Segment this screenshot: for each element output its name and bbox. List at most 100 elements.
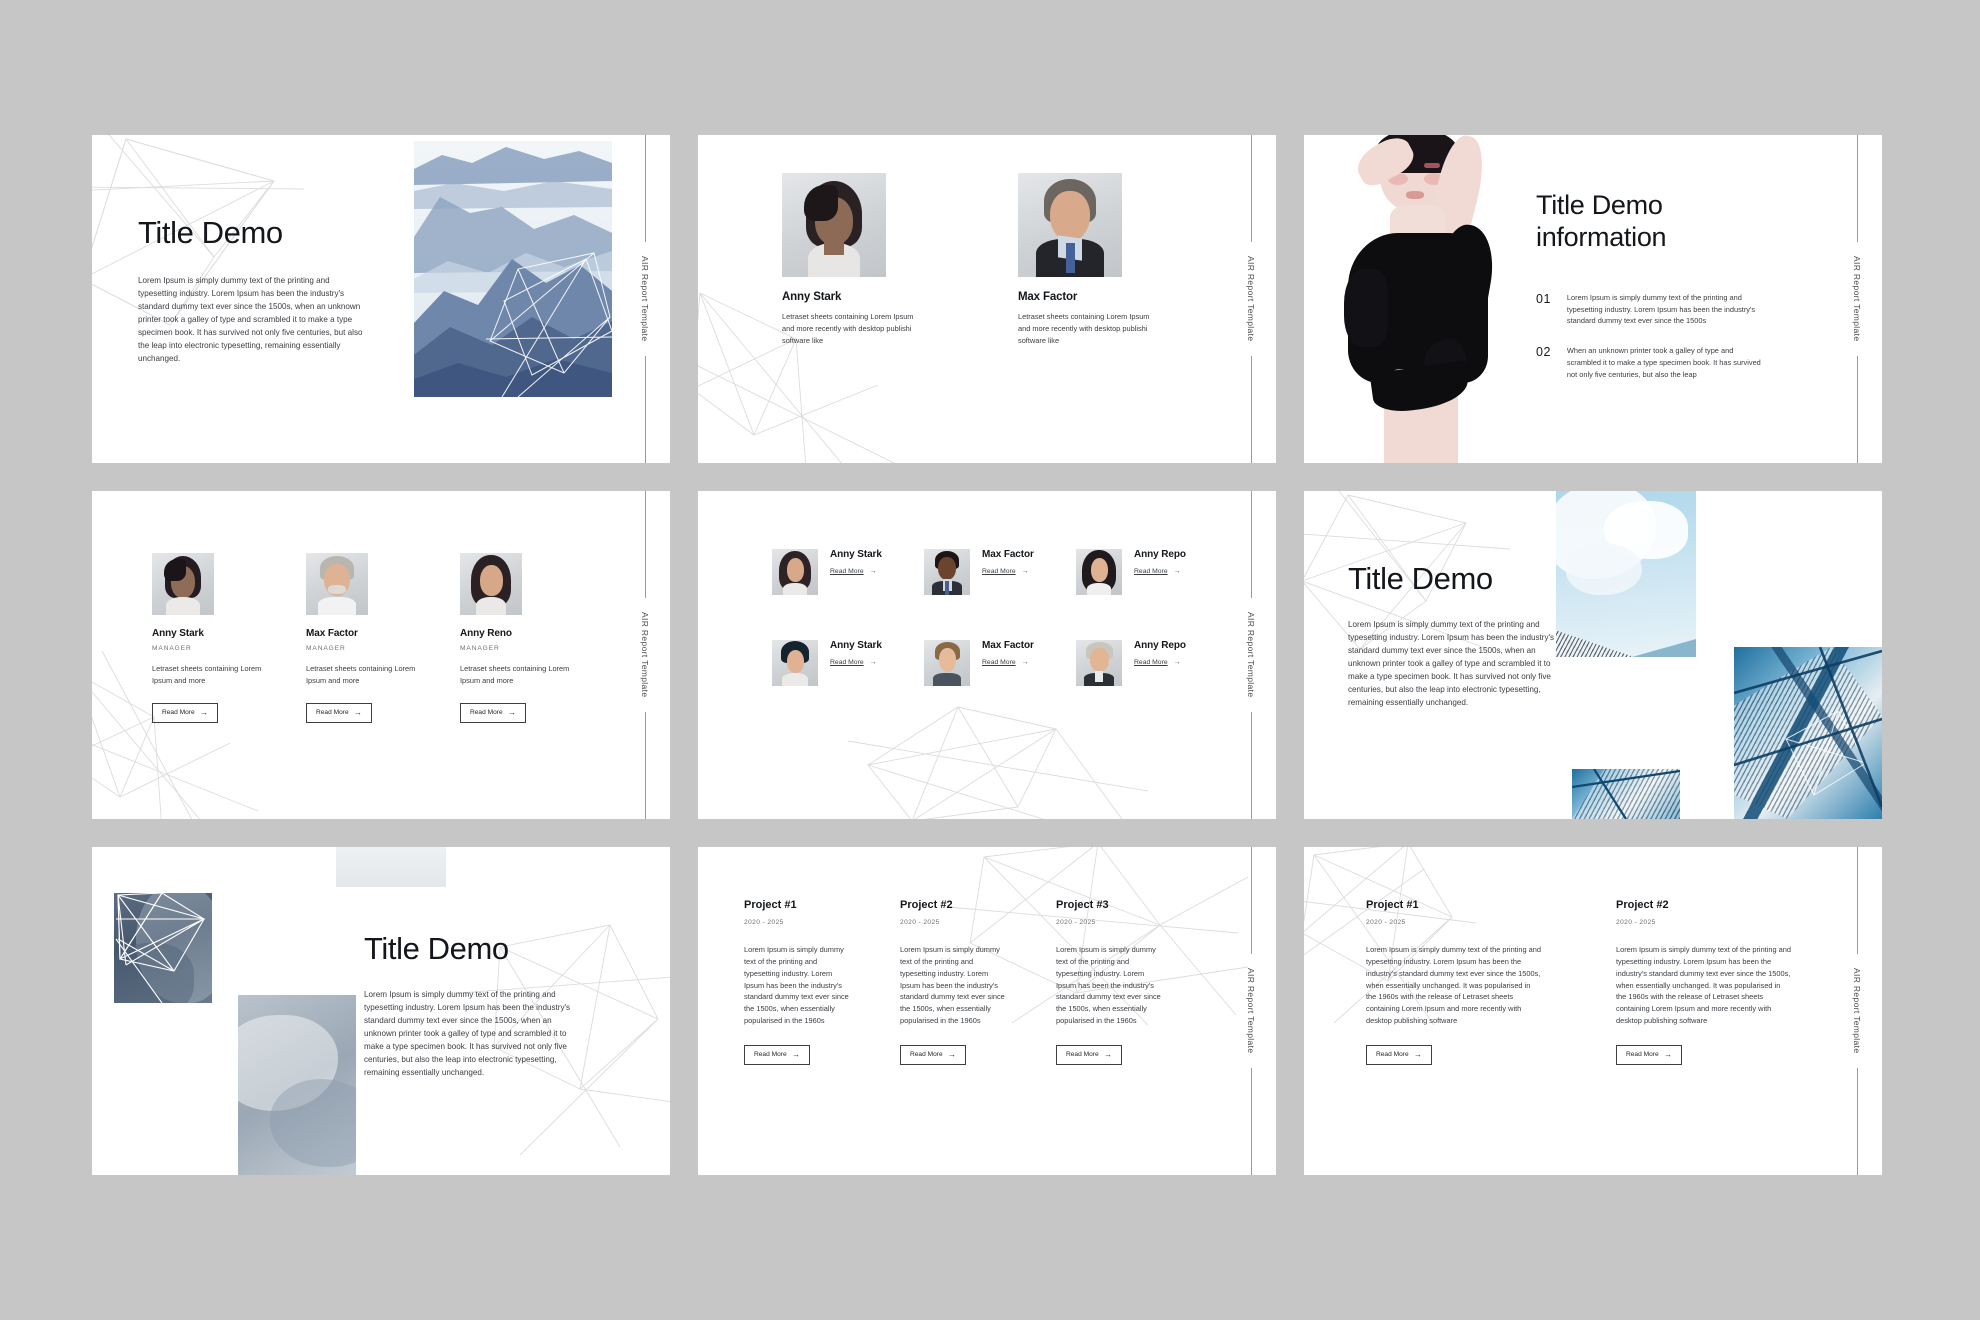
avatar	[1018, 173, 1122, 277]
rail-line-top	[644, 135, 646, 243]
body-text: Lorem Ipsum is simply dummy text of the …	[364, 989, 571, 1078]
read-more-label: Read More	[910, 1051, 943, 1059]
project-card[interactable]: Project #1 2020 - 2025 Lorem Ipsum is si…	[744, 899, 854, 1065]
project-card[interactable]: Project #3 2020 - 2025 Lorem Ipsum is si…	[1056, 899, 1166, 1065]
body-text: Lorem Ipsum is simply dummy text of the …	[138, 275, 363, 364]
person-card[interactable]: Max Factor Letraset sheets containing Lo…	[1018, 173, 1178, 347]
person-row[interactable]: Anny Repo Read More →	[1076, 640, 1228, 711]
avatar	[460, 553, 522, 615]
person-row[interactable]: Max Factor Read More →	[924, 640, 1076, 711]
read-more-link[interactable]: Read More →	[982, 568, 1028, 575]
item-text: Lorem Ipsum is simply dummy text of the …	[1566, 292, 1756, 326]
read-more-label: Read More	[1066, 1051, 1099, 1059]
brand-rail: AIR Report Template	[632, 135, 658, 463]
rail-line-bottom	[1250, 355, 1252, 463]
project-card[interactable]: Project #2 2020 - 2025 Lorem Ipsum is si…	[900, 899, 1010, 1065]
manager-card[interactable]: Max Factor MANAGER Letraset sheets conta…	[306, 553, 432, 723]
arrow-right-icon: →	[1021, 568, 1029, 575]
manager-name: Anny Stark	[152, 628, 204, 639]
read-more-button[interactable]: Read More →	[1056, 1044, 1122, 1065]
read-more-label: Read More	[1134, 568, 1168, 575]
numbered-item: 01 Lorem Ipsum is simply dummy text of t…	[1536, 292, 1788, 328]
read-more-link[interactable]: Read More →	[1134, 659, 1180, 666]
rail-line-bottom	[644, 355, 646, 463]
manager-name: Max Factor	[306, 628, 358, 639]
person-row[interactable]: Max Factor Read More →	[924, 549, 1076, 620]
project-body: Lorem Ipsum is simply dummy text of the …	[900, 945, 1005, 1026]
arrow-right-icon: →	[869, 568, 877, 575]
read-more-label: Read More	[1626, 1051, 1659, 1059]
avatar	[1076, 640, 1122, 686]
read-more-link[interactable]: Read More →	[830, 568, 876, 575]
read-more-button[interactable]: Read More →	[152, 702, 218, 723]
slide-title-demo-mountains[interactable]: Title Demo Lorem Ipsum is simply dummy t…	[92, 135, 670, 463]
slide-three-managers[interactable]: Anny Stark MANAGER Letraset sheets conta…	[92, 491, 670, 819]
manager-card[interactable]: Anny Stark MANAGER Letraset sheets conta…	[152, 553, 278, 723]
arrow-right-icon: →	[1664, 1049, 1672, 1059]
manager-card[interactable]: Anny Reno MANAGER Letraset sheets contai…	[460, 553, 586, 723]
arrow-right-icon: →	[1173, 568, 1181, 575]
avatar	[772, 640, 818, 686]
arrow-right-icon: →	[1021, 659, 1029, 666]
avatar	[306, 553, 368, 615]
glass-building-image-small	[1572, 769, 1680, 819]
rail-line-bottom	[644, 711, 646, 819]
moody-image-primary	[114, 893, 212, 1003]
manager-description: Letraset sheets containing Lorem Ipsum a…	[460, 664, 570, 685]
rail-line-top	[644, 491, 646, 599]
slide-title-demo-moody[interactable]: Title Demo Lorem Ipsum is simply dummy t…	[92, 847, 670, 1175]
manager-description: Letraset sheets containing Lorem Ipsum a…	[306, 664, 416, 685]
person-row[interactable]: Anny Repo Read More →	[1076, 549, 1228, 620]
slide-title-demo-information[interactable]: Title Demo information 01 Lorem Ipsum is…	[1304, 135, 1882, 463]
rail-line-bottom	[1250, 1067, 1252, 1175]
person-row[interactable]: Anny Stark Read More →	[772, 549, 924, 620]
brand-rail: AIR Report Template	[1844, 847, 1870, 1175]
read-more-button[interactable]: Read More →	[460, 702, 526, 723]
person-name: Max Factor	[982, 549, 1034, 560]
project-card[interactable]: Project #1 2020 - 2025 Lorem Ipsum is si…	[1366, 899, 1542, 1065]
arrow-right-icon: →	[1104, 1049, 1112, 1059]
read-more-button[interactable]: Read More →	[1616, 1044, 1682, 1065]
arrow-right-icon: →	[200, 707, 208, 717]
read-more-button[interactable]: Read More →	[1366, 1044, 1432, 1065]
rail-line-top	[1856, 847, 1858, 955]
read-more-label: Read More	[1134, 659, 1168, 666]
slide-deck: Title Demo Lorem Ipsum is simply dummy t…	[92, 135, 1892, 1175]
slide-two-projects[interactable]: Project #1 2020 - 2025 Lorem Ipsum is si…	[1304, 847, 1882, 1175]
project-title: Project #1	[744, 899, 797, 911]
read-more-button[interactable]: Read More →	[900, 1044, 966, 1065]
brand-label: AIR Report Template	[1246, 256, 1256, 342]
person-card[interactable]: Anny Stark Letraset sheets containing Lo…	[782, 173, 942, 347]
rail-line-bottom	[1856, 355, 1858, 463]
project-title: Project #2	[900, 899, 953, 911]
page-title-line-2: information	[1536, 222, 1667, 253]
slide-two-people[interactable]: Anny Stark Letraset sheets containing Lo…	[698, 135, 1276, 463]
read-more-label: Read More	[162, 709, 195, 717]
brand-label: AIR Report Template	[1852, 968, 1862, 1054]
read-more-label: Read More	[830, 659, 864, 666]
project-date: 2020 - 2025	[900, 919, 940, 926]
read-more-link[interactable]: Read More →	[982, 659, 1028, 666]
read-more-button[interactable]: Read More →	[306, 702, 372, 723]
manager-role: MANAGER	[306, 645, 346, 652]
project-card[interactable]: Project #2 2020 - 2025 Lorem Ipsum is si…	[1616, 899, 1792, 1065]
read-more-button[interactable]: Read More →	[744, 1044, 810, 1065]
slide-three-projects[interactable]: Project #1 2020 - 2025 Lorem Ipsum is si…	[698, 847, 1276, 1175]
arrow-right-icon: →	[508, 707, 516, 717]
slide-title-demo-glass[interactable]: Title Demo Lorem Ipsum is simply dummy t…	[1304, 491, 1882, 819]
person-name: Max Factor	[1018, 291, 1078, 303]
arrow-right-icon: →	[1173, 659, 1181, 666]
read-more-link[interactable]: Read More →	[830, 659, 876, 666]
rail-line-top	[1250, 847, 1252, 955]
read-more-link[interactable]: Read More →	[1134, 568, 1180, 575]
brand-label: AIR Report Template	[1852, 256, 1862, 342]
body-text: Lorem Ipsum is simply dummy text of the …	[1348, 619, 1555, 708]
project-title: Project #2	[1616, 899, 1669, 911]
manager-name: Anny Reno	[460, 628, 512, 639]
person-row[interactable]: Anny Stark Read More →	[772, 640, 924, 711]
arrow-right-icon: →	[354, 707, 362, 717]
item-number: 01	[1536, 291, 1551, 306]
brand-rail: AIR Report Template	[1238, 491, 1264, 819]
slide-six-people-grid[interactable]: Anny Stark Read More → Max Factor Read M…	[698, 491, 1276, 819]
arrow-right-icon: →	[948, 1049, 956, 1059]
